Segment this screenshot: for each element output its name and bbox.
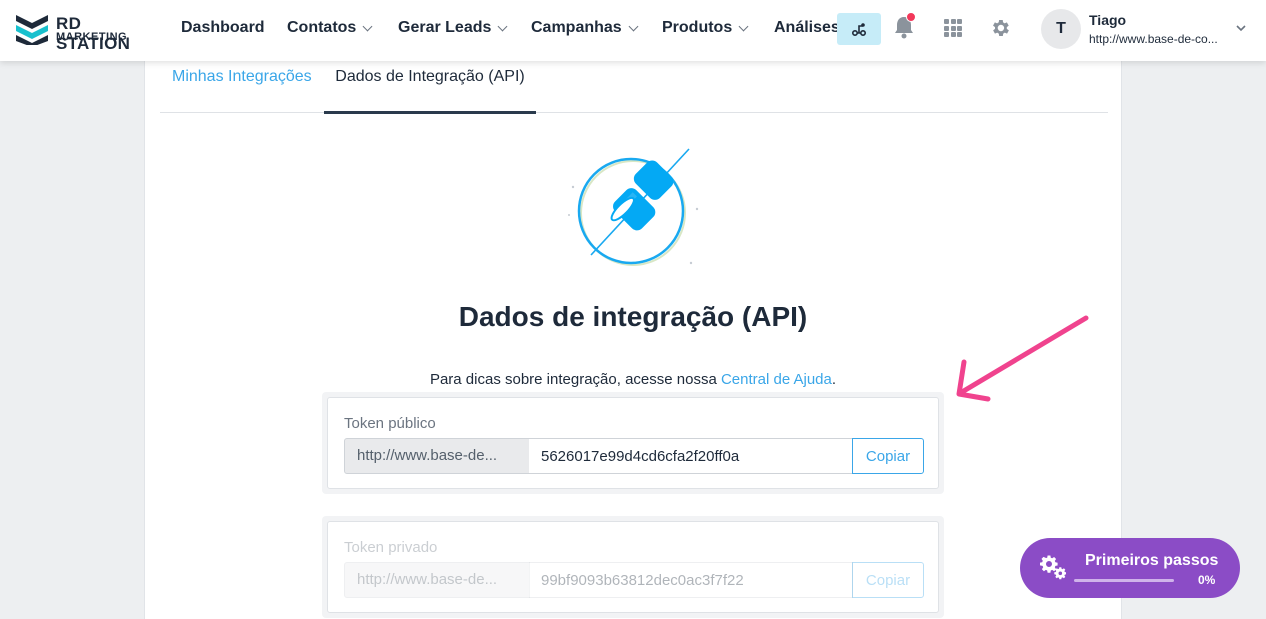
chevron-down-icon <box>497 21 508 31</box>
chevron-down-icon <box>738 21 749 31</box>
help-hint-end: . <box>831 371 837 388</box>
private-token-input[interactable] <box>529 562 853 598</box>
nav-campanhas[interactable]: Campanhas <box>531 19 639 37</box>
flow-icon <box>851 23 867 37</box>
top-navigation-bar: RD STATION MARKETING Dashboard Contatos … <box>0 0 1266 61</box>
nav-analises-label: Análises <box>774 19 840 36</box>
help-hint-text: Para dicas sobre integração, acesse noss… <box>429 371 721 388</box>
public-token-url-prefix: http://www.base-de... <box>344 438 530 474</box>
nav-contatos-label: Contatos <box>287 19 357 36</box>
nav-gerar-leads-label: Gerar Leads <box>398 19 492 36</box>
chevron-down-icon <box>628 21 639 31</box>
chevron-down-icon[interactable] <box>1236 23 1246 33</box>
user-avatar[interactable]: T <box>1041 9 1081 49</box>
integration-tabs: Minhas Integrações Dados de Integração (… <box>160 61 1108 114</box>
nav-produtos[interactable]: Produtos <box>662 19 749 37</box>
primeiros-passos-progress-bar <box>1074 579 1174 582</box>
nav-campanhas-label: Campanhas <box>531 19 622 36</box>
public-token-label: Token público <box>344 415 436 432</box>
annotation-arrow-icon <box>956 315 1089 402</box>
rd-station-logo[interactable]: RD STATION MARKETING <box>16 13 156 53</box>
plug-connection-icon <box>568 148 699 266</box>
public-token-section: Token público http://www.base-de... Copi… <box>322 392 944 494</box>
private-token-section: Token privado http://www.base-de... Copi… <box>322 516 944 618</box>
notification-badge <box>906 12 916 22</box>
settings-button[interactable] <box>989 17 1011 44</box>
gears-icon <box>1040 555 1066 580</box>
central-de-ajuda-link[interactable]: Central de Ajuda <box>721 371 832 388</box>
automation-flow-button[interactable] <box>837 13 881 45</box>
nav-gerar-leads[interactable]: Gerar Leads <box>398 19 508 37</box>
nav-dashboard[interactable]: Dashboard <box>181 19 265 37</box>
gear-icon <box>993 20 1009 36</box>
private-token-url-prefix: http://www.base-de... <box>344 562 530 598</box>
tab-minhas-integracoes[interactable]: Minhas Integrações <box>172 68 312 113</box>
private-token-panel: Token privado http://www.base-de... Copi… <box>327 521 939 613</box>
primeiros-passos-label: Primeiros passos <box>1085 552 1219 569</box>
notifications-button[interactable] <box>893 12 917 41</box>
private-token-label: Token privado <box>344 539 438 556</box>
primeiros-passos-widget[interactable]: Primeiros passos 0% <box>1020 538 1240 598</box>
tab-dados-integracao-api[interactable]: Dados de Integração (API) <box>324 68 536 114</box>
nav-produtos-label: Produtos <box>662 19 733 36</box>
public-token-panel: Token público http://www.base-de... Copi… <box>327 397 939 489</box>
nav-contatos[interactable]: Contatos <box>287 19 373 37</box>
copy-private-token-button[interactable]: Copiar <box>852 562 924 598</box>
copy-public-token-button[interactable]: Copiar <box>852 438 924 474</box>
apps-grid-icon[interactable] <box>944 19 962 37</box>
rd-logo-mark-icon <box>16 15 48 45</box>
primeiros-passos-progress: 0% <box>1198 573 1216 587</box>
chevron-down-icon <box>362 21 373 31</box>
user-name[interactable]: Tiago <box>1089 12 1126 28</box>
brand-subtitle: MARKETING <box>56 31 128 43</box>
public-token-input[interactable] <box>529 438 853 474</box>
nav-analises[interactable]: Análises <box>774 19 840 37</box>
user-account-url: http://www.base-de-co... <box>1089 32 1218 46</box>
nav-dashboard-label: Dashboard <box>181 19 265 36</box>
